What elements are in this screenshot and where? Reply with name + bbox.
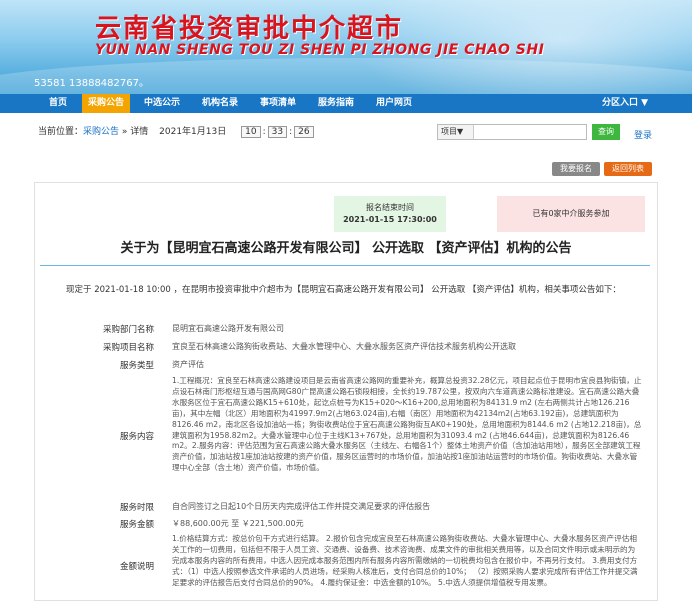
clock: 10:33:26 [239, 126, 315, 138]
login-link[interactable]: 登录 [634, 128, 652, 141]
detail-key: 采购项目名称 [102, 343, 154, 353]
nav-agency-directory[interactable]: 机构名录 [202, 94, 238, 113]
detail-key: 服务时限 [119, 503, 154, 513]
detail-value: 自合同签订之日起10个日历天内完成评估工作并提交满足要求的评估报告 [172, 502, 431, 511]
region-entry-dropdown[interactable]: 分区入口 ▼ [602, 94, 648, 113]
main-nav: 首页 采购公告 中选公示 机构名录 事项清单 服务指南 用户网页 分区入口 ▼ [0, 94, 692, 113]
title-divider [40, 265, 650, 266]
detail-value: 1.价格结算方式：按总价包干方式进行结算。 2.报价包含完成宜良至石林高速公路狗… [172, 534, 638, 587]
search-button[interactable]: 查询 [592, 124, 620, 140]
deadline-box: 报名结束时间 2021-01-15 17:30:00 [334, 196, 446, 232]
header-banner: 云南省投资审批中介超市 YUN NAN SHENG TOU ZI SHEN PI… [0, 0, 692, 94]
breadcrumb-current: » 详情 [119, 127, 149, 137]
nav-procurement[interactable]: 采购公告 [82, 94, 130, 113]
clock-hour: 10 [241, 126, 261, 138]
detail-key: 服务内容 [119, 432, 154, 442]
clock-minute: 33 [267, 126, 288, 138]
nav-service-guide[interactable]: 服务指南 [318, 94, 354, 113]
search-input[interactable]: 项目▼ [437, 124, 587, 140]
detail-key: 采购部门名称 [102, 325, 154, 335]
clock-second: 26 [294, 126, 314, 138]
detail-value: 宜良至石林高速公路狗街收费站、大叠水管理中心、大叠水服务区资产评估技术服务机构公… [172, 342, 516, 351]
nav-user-page[interactable]: 用户网页 [376, 94, 412, 113]
site-title: 云南省投资审批中介超市 [95, 14, 404, 44]
breadcrumb: 当前位置：采购公告 » 详情 2021年1月13日 10:33:26 [38, 124, 316, 138]
nav-home[interactable]: 首页 [40, 94, 76, 113]
detail-value: 资产评估 [172, 360, 204, 369]
current-date: 2021年1月13日 [159, 127, 227, 137]
detail-key: 金额说明 [119, 562, 154, 572]
nav-selection-notice[interactable]: 中选公示 [144, 94, 180, 113]
back-to-list-button[interactable]: 返回列表 [604, 162, 652, 176]
announcement-title: 关于为【昆明宜石高速公路开发有限公司】 公开选取 【资产评估】机构的公告 [120, 241, 572, 256]
contact-phone: 53581 13888482767。 [34, 78, 149, 89]
breadcrumb-prefix: 当前位置： [38, 127, 84, 137]
detail-value: 1.工程概况：宜良至石林高速公路建设项目是云南省高速公路网的重要补充，概算总投资… [172, 376, 642, 473]
search-type-select[interactable]: 项目▼ [438, 125, 474, 139]
detail-value: 昆明宜石高速公路开发有限公司 [172, 324, 284, 333]
breadcrumb-link[interactable]: 采购公告 [83, 127, 119, 137]
nav-item-list[interactable]: 事项清单 [260, 94, 296, 113]
deadline-time: 2021-01-15 17:30:00 [343, 215, 437, 224]
detail-value: ￥88,600.00元 至 ￥221,500.00元 [172, 519, 304, 528]
announcement-intro: 现定于 2021-01-18 10:00 ，在昆明市投资审批中介超市为【昆明宜石… [66, 285, 621, 295]
participant-count: 已有0家中介服务参加 [497, 196, 645, 232]
deadline-label: 报名结束时间 [366, 203, 414, 212]
site-title-pinyin: YUN NAN SHENG TOU ZI SHEN PI ZHONG JIE C… [95, 42, 545, 58]
detail-key: 服务类型 [119, 361, 154, 371]
detail-key: 服务金额 [119, 520, 154, 530]
register-button[interactable]: 我要报名 [552, 162, 600, 176]
